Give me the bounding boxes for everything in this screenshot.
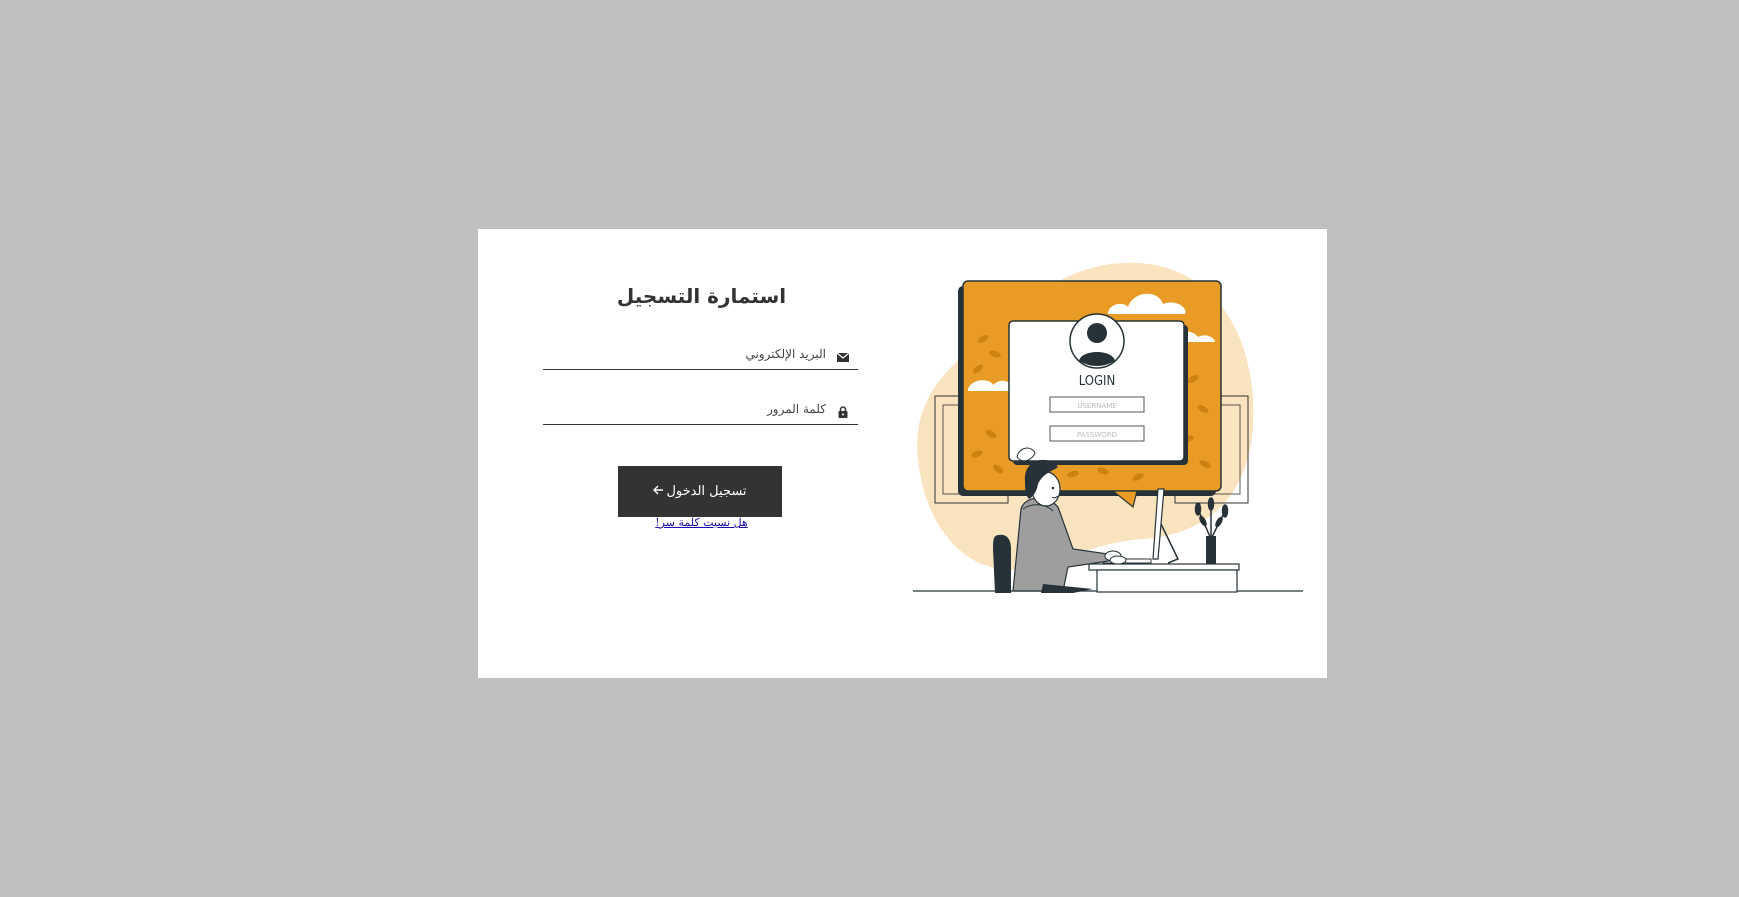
email-input[interactable] <box>543 340 826 368</box>
login-illustration: LOGIN USERNAME PASSWORD <box>913 262 1303 593</box>
envelope-icon <box>836 350 850 364</box>
forgot-password-link[interactable]: هل نسيت كلمة سر! <box>543 516 860 529</box>
lock-icon <box>836 405 850 419</box>
login-card: استمارة التسجيل تسجيل الدخول <box>478 229 1327 678</box>
login-button-label: تسجيل الدخول <box>666 484 747 499</box>
password-input[interactable] <box>543 395 826 423</box>
illustration-username-placeholder: USERNAME <box>1077 402 1116 410</box>
password-field-row <box>543 394 858 425</box>
illustration-login-heading: LOGIN <box>1079 374 1116 389</box>
arrow-left-icon <box>653 484 664 499</box>
login-button[interactable]: تسجيل الدخول <box>618 466 782 517</box>
form-title: استمارة التسجيل <box>616 284 787 308</box>
illustration-password-placeholder: PASSWORD <box>1077 431 1117 439</box>
email-field-row <box>543 339 858 370</box>
login-form: استمارة التسجيل تسجيل الدخول <box>543 229 860 678</box>
